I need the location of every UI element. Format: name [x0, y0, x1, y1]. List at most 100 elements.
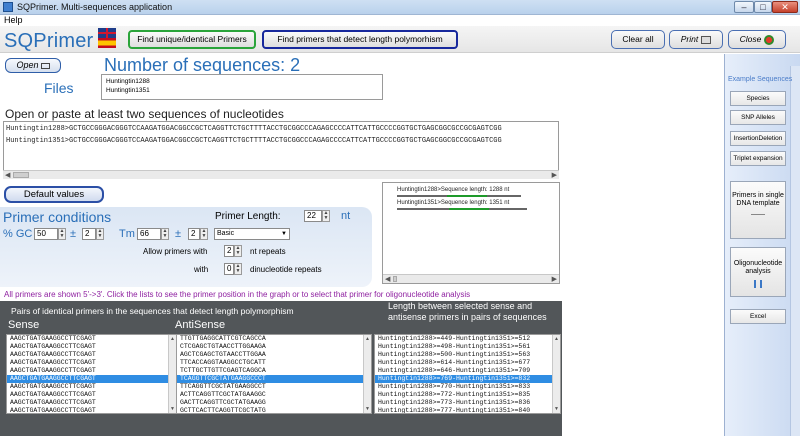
tm-spinner[interactable]: ▲ ▼	[161, 228, 169, 240]
sequence-hscrollbar[interactable]: ◀ ▶	[3, 170, 559, 179]
length-list-item[interactable]: Huntingtin1288>=498-Huntingtin1351>=561	[375, 343, 560, 351]
gc-tolerance-spinner[interactable]: ▲ ▼	[96, 228, 104, 240]
scroll-thumb[interactable]	[13, 172, 29, 178]
graph-label-seq1: Huntingtin1288>Sequence length: 1288 nt	[397, 187, 510, 193]
language-flag-icon[interactable]	[98, 28, 116, 48]
list-vscrollbar[interactable]: ▲ ▼	[168, 335, 176, 413]
open-button[interactable]: Open	[5, 58, 61, 73]
length-list-item[interactable]: Huntingtin1288>=500-Huntingtin1351>=563	[375, 351, 560, 359]
scroll-down-icon[interactable]: ▼	[554, 406, 559, 412]
oligonucleotide-analysis-button[interactable]: Oligonucleotide analysis	[730, 247, 786, 297]
uk-flag-icon[interactable]	[98, 28, 116, 38]
bar-chart-icon	[754, 280, 762, 288]
tm-tolerance-spinner[interactable]: ▲ ▼	[200, 228, 208, 240]
dinucleotide-repeats-spinner[interactable]: ▲ ▼	[234, 263, 242, 275]
find-unique-primers-button[interactable]: Find unique/identical Primers	[128, 30, 256, 49]
scroll-right-icon[interactable]: ▶	[552, 275, 557, 283]
find-length-polymorphism-button[interactable]: Find primers that detect length polymorh…	[262, 30, 458, 49]
length-list-item[interactable]: Huntingtin1288>=449-Huntingtin1351>=512	[375, 335, 560, 343]
file-item[interactable]: Huntingtin1351	[106, 86, 378, 95]
excel-button[interactable]: Excel	[730, 309, 786, 324]
single-template-button[interactable]: Primers in single DNA template	[730, 181, 786, 239]
gc-tolerance-input[interactable]: 2	[82, 228, 96, 240]
insertion-deletion-button[interactable]: InsertionDeletion	[730, 131, 786, 146]
length-list-item[interactable]: Huntingtin1288>=770-Huntingtin1351>=833	[375, 383, 560, 391]
tm-input[interactable]: 66	[137, 228, 161, 240]
length-list-item[interactable]: Huntingtin1288>=769-Huntingtin1351>=832	[375, 375, 560, 383]
antisense-list-item[interactable]: TTGTTGAGGCATTCGTCAGCCA	[177, 335, 371, 343]
print-button[interactable]: Print	[669, 30, 723, 49]
files-list[interactable]: Huntingtin1288 Huntingtin1351	[101, 74, 383, 100]
nt-repeats-input[interactable]: 2	[224, 245, 234, 257]
chevron-down-icon[interactable]: ▼	[281, 229, 287, 239]
clear-all-button[interactable]: Clear all	[611, 30, 665, 49]
species-button[interactable]: Species	[730, 91, 786, 106]
sense-list-item[interactable]: AAGCTGATGAAGGCCTTCGAGT	[7, 367, 176, 375]
minimize-button[interactable]: –	[734, 1, 754, 13]
length-list-item[interactable]: Huntingtin1288>=773-Huntingtin1351>=836	[375, 399, 560, 407]
triplet-expansion-button[interactable]: Triplet expansion	[730, 151, 786, 166]
close-button[interactable]: Close	[728, 30, 786, 49]
scroll-left-icon[interactable]: ◀	[5, 171, 10, 179]
nt-repeats-spinner[interactable]: ▲ ▼	[234, 245, 242, 257]
antisense-list-item[interactable]: GACTTCAGGTTCGCTATGAAGG	[177, 399, 371, 407]
antisense-list-item[interactable]: TCAGGTTCGCTATGAAGGCCCT	[177, 375, 371, 383]
sense-list-item[interactable]: AAGCTGATGAAGGCCTTCGAGT	[7, 391, 176, 399]
length-list-item[interactable]: Huntingtin1288>=772-Huntingtin1351>=835	[375, 391, 560, 399]
close-circle-icon	[764, 34, 775, 45]
length-header: Length between selected sense and antise…	[388, 301, 547, 322]
scroll-down-icon[interactable]: ▼	[365, 406, 370, 412]
sense-list-item[interactable]: AAGCTGATGAAGGCCTTCGAGT	[7, 375, 176, 383]
antisense-list-item[interactable]: AGCTCGAGCTGTAACCTTGGAA	[177, 351, 371, 359]
dinucleotide-repeats-input[interactable]: 0	[224, 263, 234, 275]
antisense-list[interactable]: TTGTTGAGGCATTCGTCAGCCA CTCGAGCTGTAACCTTGG…	[176, 334, 372, 414]
sense-list-item[interactable]: AAGCTGATGAAGGCCTTCGAGT	[7, 407, 176, 413]
snp-alleles-button[interactable]: SNP Alleles	[730, 110, 786, 125]
scroll-up-icon[interactable]: ▲	[554, 336, 559, 342]
default-values-button[interactable]: Default values	[4, 186, 104, 203]
antisense-list-item[interactable]: TCTTGCTTGTTCGAGTCAGGCA	[177, 367, 371, 375]
antisense-list-item[interactable]: TTCAGGTTCGCTATGAAGGCCT	[177, 383, 371, 391]
open-paste-label: Open or paste at least two sequences of …	[5, 107, 284, 121]
allow-repeats-label: Allow primers with	[143, 247, 208, 256]
maximize-button[interactable]: □	[754, 1, 772, 13]
sense-list-item[interactable]: AAGCTGATGAAGGCCTTCGAGT	[7, 399, 176, 407]
scroll-thumb[interactable]	[393, 276, 397, 282]
sense-list-item[interactable]: AAGCTGATGAAGGCCTTCGAGT	[7, 343, 176, 351]
close-window-button[interactable]: ✕	[772, 1, 798, 13]
primer-length-input[interactable]: 22	[304, 210, 322, 222]
scroll-down-icon[interactable]: ▼	[170, 406, 175, 412]
sense-list-item[interactable]: AAGCTGATGAAGGCCTTCGAGT	[7, 359, 176, 367]
list-vscrollbar[interactable]: ▲ ▼	[552, 335, 560, 413]
gc-input[interactable]: 50	[34, 228, 58, 240]
scroll-up-icon[interactable]: ▲	[365, 336, 370, 342]
sense-list-item[interactable]: AAGCTGATGAAGGCCTTCGAGT	[7, 383, 176, 391]
sequence-graph[interactable]: Huntingtin1288>Sequence length: 1288 nt …	[382, 182, 560, 284]
length-list-item[interactable]: Huntingtin1288>=614-Huntingtin1351>=677	[375, 359, 560, 367]
menu-help[interactable]: Help	[4, 15, 23, 25]
tm-tolerance-input[interactable]: 2	[188, 228, 200, 240]
file-item[interactable]: Huntingtin1288	[106, 77, 378, 86]
list-vscrollbar[interactable]: ▲ ▼	[363, 335, 371, 413]
antisense-list-item[interactable]: TTCACCAGGTAAGGCCTGCATT	[177, 359, 371, 367]
antisense-list-item[interactable]: ACTTCAGGTTCGCTATGAAGGC	[177, 391, 371, 399]
scroll-left-icon[interactable]: ◀	[385, 275, 390, 283]
tm-method-select[interactable]: Basic ▼	[214, 228, 290, 240]
dinucleotide-repeats-label: dinucleotide repeats	[250, 265, 322, 274]
scroll-right-icon[interactable]: ▶	[552, 171, 557, 179]
gc-spinner[interactable]: ▲ ▼	[58, 228, 66, 240]
length-list-item[interactable]: Huntingtin1288>=777-Huntingtin1351>=840	[375, 407, 560, 413]
sidebar-scrollbar[interactable]	[790, 66, 800, 436]
scroll-up-icon[interactable]: ▲	[170, 336, 175, 342]
length-list-item[interactable]: Huntingtin1288>=646-Huntingtin1351>=709	[375, 367, 560, 375]
window-title: SQPrimer. Multi-sequences application	[17, 2, 173, 12]
length-list[interactable]: Huntingtin1288>=449-Huntingtin1351>=512 H…	[374, 334, 561, 414]
sense-list-item[interactable]: AAGCTGATGAAGGCCTTCGAGT	[7, 351, 176, 359]
sense-list[interactable]: AAGCTGATGAAGGCCTTCGAGT AAGCTGATGAAGGCCTTC…	[6, 334, 177, 414]
antisense-list-item[interactable]: GCTTCACTTCAGGTTCGCTATG	[177, 407, 371, 413]
sense-list-item[interactable]: AAGCTGATGAAGGCCTTCGAGT	[7, 335, 176, 343]
spain-flag-icon[interactable]	[98, 38, 116, 48]
antisense-list-item[interactable]: CTCGAGCTGTAACCTTGGAAGA	[177, 343, 371, 351]
primer-length-spinner[interactable]: ▲ ▼	[322, 210, 330, 222]
graph-hscrollbar[interactable]: ◀ ▶	[383, 274, 559, 283]
